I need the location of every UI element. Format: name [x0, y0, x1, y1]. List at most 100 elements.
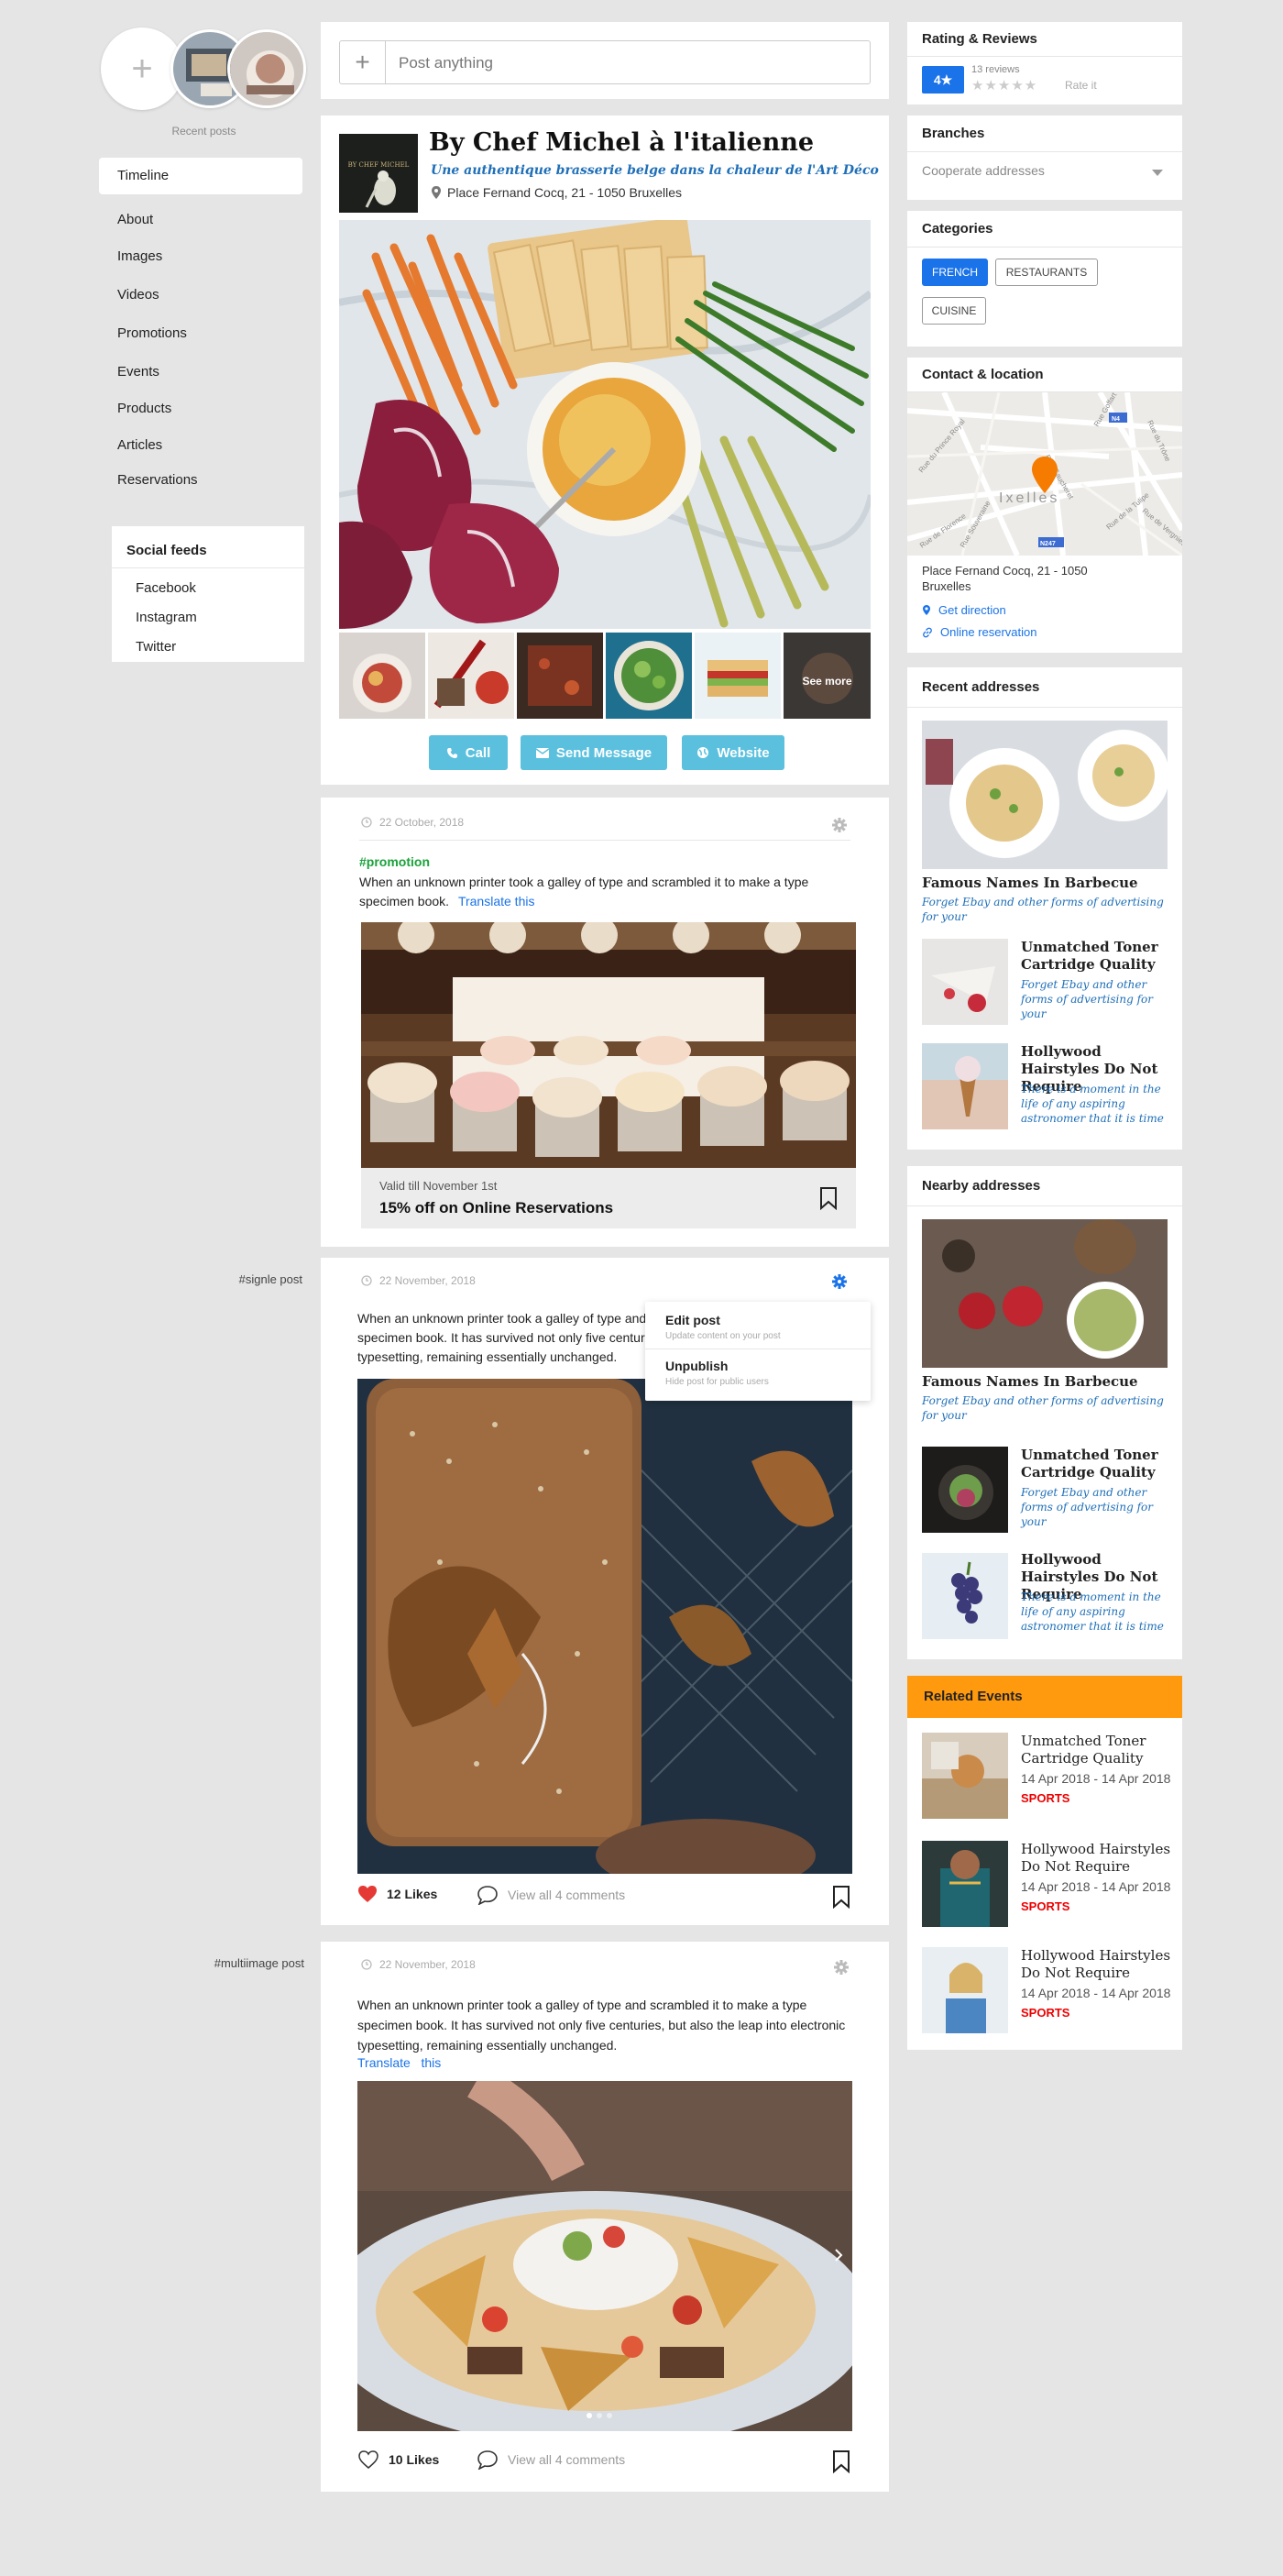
comment-icon[interactable] — [477, 2449, 499, 2470]
gallery-thumbnail[interactable] — [339, 633, 425, 719]
view-comments-link[interactable]: View all 4 comments — [508, 2452, 625, 2467]
view-comments-link[interactable]: View all 4 comments — [508, 1888, 625, 1902]
recent-post-avatar[interactable] — [227, 29, 306, 108]
menu-item-edit-post[interactable]: Edit post Update content on your post — [645, 1302, 871, 1349]
carousel-dot[interactable] — [607, 2413, 612, 2418]
gallery-see-more[interactable]: See more — [784, 633, 871, 719]
menu-item-unpublish[interactable]: Unpublish Hide post for public users — [645, 1349, 871, 1401]
promotion-hashtag[interactable]: #promotion — [359, 854, 430, 869]
carousel-dot[interactable] — [587, 2413, 592, 2418]
post-input[interactable]: + Post anything — [339, 40, 871, 84]
likes-count: 12 Likes — [387, 1887, 438, 1901]
event-category-tag[interactable]: SPORTS — [1021, 1791, 1069, 1805]
address-image[interactable] — [922, 1219, 1168, 1368]
event-title[interactable]: Hollywood Hairstyles Do Not Require — [1021, 1841, 1177, 1876]
recent-addresses-title: Recent addresses — [907, 667, 1182, 708]
location-pin-icon — [432, 186, 441, 199]
heart-icon[interactable] — [357, 2449, 379, 2470]
event-date: 14 Apr 2018 - 14 Apr 2018 — [1021, 1879, 1171, 1894]
nav-item-about[interactable]: About — [99, 202, 302, 238]
get-direction-link[interactable]: Get direction — [938, 603, 1006, 617]
post-type-label: #signle post — [238, 1272, 302, 1286]
address-thumbnail[interactable] — [922, 939, 1008, 1025]
event-date: 14 Apr 2018 - 14 Apr 2018 — [1021, 1986, 1171, 2000]
event-thumbnail[interactable] — [922, 1841, 1008, 1927]
post-image[interactable] — [357, 1379, 852, 1874]
call-button[interactable]: Call — [429, 735, 508, 770]
rate-it-link[interactable]: Rate it — [1065, 79, 1097, 92]
address-title[interactable]: Unmatched Toner Cartridge Quality — [1021, 939, 1173, 974]
nav-item-products[interactable]: Products — [99, 391, 302, 427]
chevron-right-icon[interactable] — [834, 2248, 843, 2262]
online-reservation-link[interactable]: Online reservation — [940, 625, 1037, 639]
branches-select[interactable]: Cooperate addresses — [922, 163, 1169, 191]
social-link-facebook[interactable]: Facebook — [112, 574, 304, 603]
post-card: 22 October, 2018 #promotion When an unkn… — [321, 798, 889, 1247]
review-count[interactable]: 13 reviews — [971, 64, 1020, 75]
contact-card: Contact & location Ixelles Rue du Prince… — [907, 358, 1182, 653]
post-text: When an unknown printer took a galley of… — [357, 1998, 846, 2053]
send-message-button[interactable]: Send Message — [521, 735, 667, 770]
post-text: When an unknown printer took a galley of… — [359, 875, 809, 908]
map-area-label: Ixelles — [999, 490, 1059, 506]
event-category-tag[interactable]: SPORTS — [1021, 2006, 1069, 2020]
nav-item-promotions[interactable]: Promotions — [99, 315, 302, 352]
bookmark-icon[interactable] — [832, 1885, 850, 1909]
post-image[interactable] — [361, 922, 856, 1168]
event-thumbnail[interactable] — [922, 1733, 1008, 1819]
nav-item-timeline[interactable]: Timeline — [99, 158, 302, 194]
gear-icon[interactable] — [832, 1274, 847, 1289]
gallery-thumbnail[interactable] — [428, 633, 514, 719]
likes-count: 10 Likes — [389, 2452, 440, 2467]
website-label: Website — [717, 744, 770, 761]
event-title[interactable]: Unmatched Toner Cartridge Quality — [1021, 1733, 1177, 1767]
branches-card: Branches Cooperate addresses — [907, 116, 1182, 200]
address-thumbnail[interactable] — [922, 1043, 1008, 1129]
nav-item-articles[interactable]: Articles — [99, 427, 302, 464]
heart-icon[interactable] — [357, 1885, 378, 1903]
contact-title: Contact & location — [907, 358, 1182, 392]
gear-icon[interactable] — [832, 818, 847, 832]
gear-icon[interactable] — [834, 1960, 849, 1975]
gallery-thumbnail[interactable] — [695, 633, 781, 719]
location-map[interactable]: Ixelles Rue du Prince Royal Rue de Flore… — [907, 392, 1182, 556]
location-pin-icon — [923, 605, 930, 615]
event-title[interactable]: Hollywood Hairstyles Do Not Require — [1021, 1947, 1177, 1982]
category-tag[interactable]: FRENCH — [922, 259, 988, 286]
category-tag[interactable]: CUISINE — [922, 297, 986, 325]
post-image-carousel[interactable] — [357, 2081, 852, 2431]
bookmark-icon[interactable] — [832, 2449, 850, 2473]
category-tag[interactable]: RESTAURANTS — [995, 259, 1098, 286]
address-image[interactable] — [922, 721, 1168, 869]
comment-icon[interactable] — [477, 1885, 499, 1905]
nav-item-events[interactable]: Events — [99, 354, 302, 391]
nav-item-images[interactable]: Images — [99, 238, 302, 275]
event-thumbnail[interactable] — [922, 1947, 1008, 2033]
nav-item-videos[interactable]: Videos — [99, 277, 302, 314]
translate-link[interactable]: Translate this — [458, 894, 535, 908]
business-tagline: Une authentique brasserie belge dans la … — [431, 163, 879, 178]
nearby-addresses-card: Nearby addresses Famous Names In Barbecu… — [907, 1166, 1182, 1659]
event-category-tag[interactable]: SPORTS — [1021, 1899, 1069, 1913]
profile-card: BY CHEF MICHEL By Chef Michel à l'italie… — [321, 116, 889, 785]
address-thumbnail[interactable] — [922, 1447, 1008, 1533]
social-link-twitter[interactable]: Twitter — [112, 633, 304, 662]
cover-image[interactable] — [339, 220, 871, 629]
categories-title: Categories — [907, 211, 1182, 248]
bookmark-icon[interactable] — [819, 1186, 838, 1210]
website-button[interactable]: Website — [682, 735, 784, 770]
address-title[interactable]: Famous Names In Barbecue — [922, 1373, 1169, 1391]
social-link-instagram[interactable]: Instagram — [112, 603, 304, 633]
recent-posts-label: Recent posts — [171, 125, 236, 138]
carousel-dot[interactable] — [597, 2413, 602, 2418]
nav-item-reservations[interactable]: Reservations — [99, 462, 302, 499]
gallery-thumbnail[interactable] — [606, 633, 692, 719]
address-thumbnail[interactable] — [922, 1553, 1008, 1639]
rating-stars[interactable]: ★★★★★ — [971, 77, 1037, 94]
address-title[interactable]: Unmatched Toner Cartridge Quality — [1021, 1447, 1173, 1481]
promotion-validity: Valid till November 1st — [379, 1179, 498, 1193]
plus-icon[interactable]: + — [340, 41, 386, 83]
translate-link[interactable]: Translate this — [357, 2055, 441, 2070]
address-title[interactable]: Famous Names In Barbecue — [922, 875, 1169, 892]
gallery-thumbnail[interactable] — [517, 633, 603, 719]
